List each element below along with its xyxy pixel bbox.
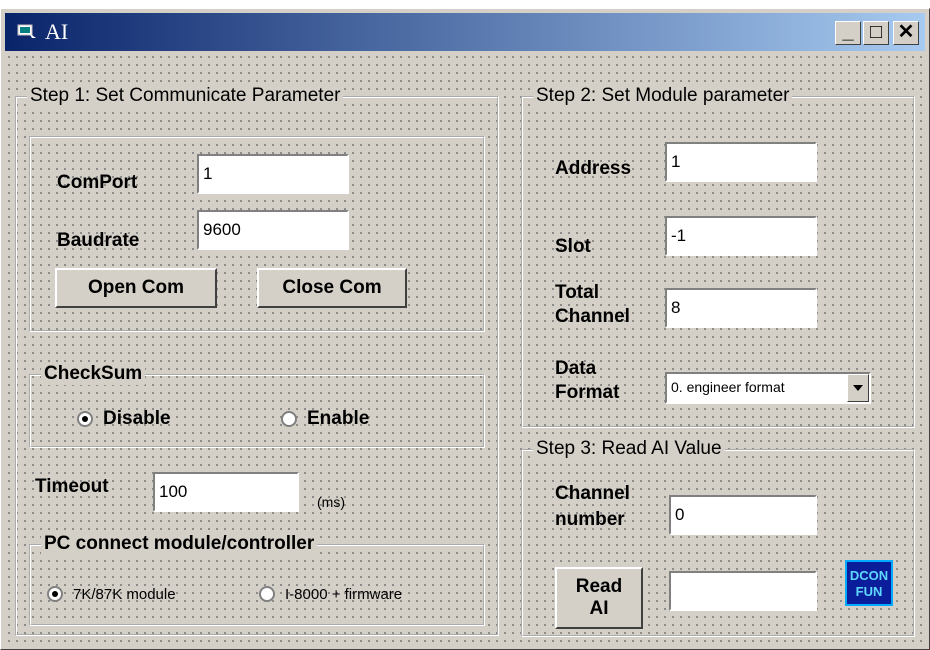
- data-label: Data: [555, 358, 597, 379]
- chevron-down-icon[interactable]: [847, 374, 869, 402]
- form-client-area: Step 1: Set Communicate Parameter ComPor…: [5, 53, 925, 647]
- checksum-group: CheckSum Disable Enable: [29, 363, 485, 448]
- slot-label: Slot: [555, 236, 591, 257]
- baudrate-label: Baudrate: [57, 230, 140, 251]
- address-label: Address: [555, 158, 632, 179]
- minimize-button[interactable]: _: [835, 21, 861, 45]
- module-7k-label[interactable]: 7K/87K module: [73, 584, 176, 606]
- slot-input[interactable]: [665, 216, 817, 256]
- open-com-button[interactable]: Open Com: [55, 268, 217, 308]
- comport-label: ComPort: [57, 172, 138, 193]
- checksum-enable-radio[interactable]: [281, 411, 297, 427]
- baudrate-input[interactable]: [197, 210, 349, 250]
- close-com-button[interactable]: Close Com: [257, 268, 407, 308]
- channel-number-label-line2: number: [555, 509, 625, 530]
- logo-line2: FUN: [855, 584, 883, 599]
- format-label: Format: [555, 382, 620, 403]
- channel-number-input[interactable]: [669, 495, 817, 535]
- step2-group: Step 2: Set Module parameter Address Slo…: [521, 85, 915, 428]
- timeout-unit: (ms): [317, 494, 345, 510]
- step3-group: Step 3: Read AI Value Channel number Rea…: [521, 438, 915, 637]
- checksum-enable-label[interactable]: Enable: [307, 408, 369, 430]
- pc-connect-group: PC connect module/controller 7K/87K modu…: [29, 533, 485, 626]
- i8000-firmware-label[interactable]: I-8000 + firmware: [285, 584, 402, 606]
- total-label: Total: [555, 282, 599, 303]
- checksum-legend: CheckSum: [41, 363, 146, 385]
- logo-line1: DCON: [849, 568, 889, 583]
- comport-input[interactable]: [197, 154, 349, 194]
- read-ai-button[interactable]: Read AI: [555, 567, 643, 629]
- timeout-label: Timeout: [35, 476, 109, 497]
- maximize-button[interactable]: □: [863, 21, 889, 45]
- read-ai-label-line1: Read: [575, 576, 623, 597]
- step1-legend: Step 1: Set Communicate Parameter: [27, 85, 344, 107]
- address-input[interactable]: [665, 142, 817, 182]
- checksum-disable-label[interactable]: Disable: [103, 408, 171, 430]
- ai-value-output[interactable]: [669, 571, 817, 611]
- window-title: AI: [45, 19, 69, 44]
- com-settings-group: ComPort Baudrate Open Com Close Com: [29, 136, 485, 332]
- data-format-select[interactable]: 0. engineer format: [665, 372, 871, 404]
- app-window: AI _ □ ✕ Step 1: Set Communicate Paramet…: [0, 8, 930, 650]
- channel-label: Channel: [555, 306, 630, 327]
- channel-number-label-line1: Channel: [555, 483, 630, 504]
- timeout-input[interactable]: [153, 472, 299, 512]
- step2-legend: Step 2: Set Module parameter: [533, 85, 793, 107]
- i8000-firmware-radio[interactable]: [259, 586, 275, 602]
- app-icon: [17, 24, 36, 38]
- pc-connect-legend: PC connect module/controller: [41, 533, 318, 555]
- title-bar[interactable]: AI _ □ ✕: [5, 13, 925, 51]
- checksum-disable-radio[interactable]: [77, 411, 93, 427]
- module-7k-radio[interactable]: [47, 586, 63, 602]
- dcon-fun-logo[interactable]: DCON FUN: [845, 560, 893, 606]
- total-channel-input[interactable]: [665, 288, 817, 328]
- close-button[interactable]: ✕: [893, 21, 919, 45]
- step3-legend: Step 3: Read AI Value: [533, 438, 725, 460]
- data-format-value: 0. engineer format: [671, 379, 785, 395]
- step1-group: Step 1: Set Communicate Parameter ComPor…: [15, 85, 499, 636]
- read-ai-label-line2: AI: [589, 598, 609, 619]
